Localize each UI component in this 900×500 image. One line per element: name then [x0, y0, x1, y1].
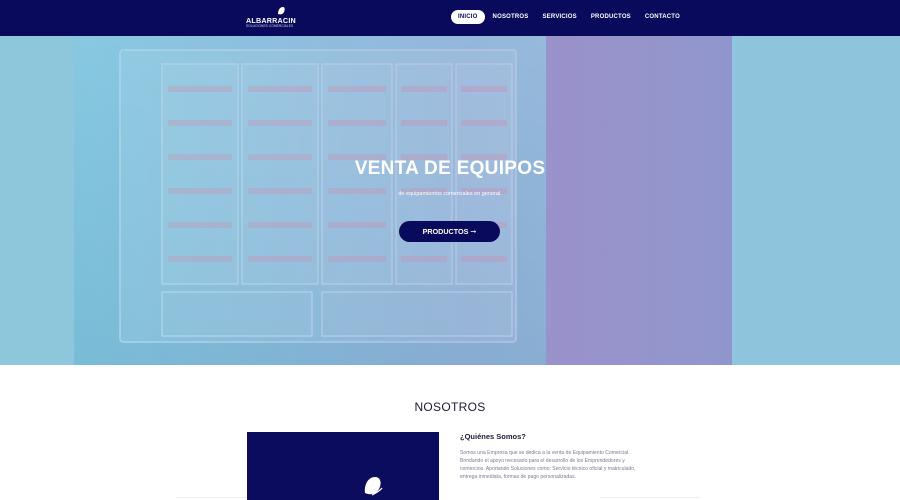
divider — [600, 497, 700, 498]
top-navbar: ALBARRACIN SOLUCIONES COMERCIALES INICIO… — [0, 0, 900, 36]
main-nav: INICIO NOSOTROS SERVICIOS PRODUCTOS CONT… — [451, 9, 680, 25]
hero-side-panel — [732, 36, 900, 365]
about-paragraph: Somos una Empresa que se dedica a la ven… — [460, 450, 636, 480]
hero-banner: VENTA DE EQUIPOS de equipamientos comerc… — [0, 36, 900, 365]
brand-tagline: SOLUCIONES COMERCIALES — [246, 24, 294, 28]
nav-item-productos[interactable]: PRODUCTOS — [591, 10, 631, 24]
logo-icon — [364, 477, 383, 496]
about-heading: ¿Quiénes Somos? — [460, 432, 526, 441]
logo-icon — [278, 7, 285, 15]
section-title-nosotros: NOSOTROS — [414, 400, 486, 414]
hero-subtitle: de equipamientos comerciales en general. — [398, 191, 502, 197]
products-button[interactable]: PRODUCTOS ➞ — [399, 221, 500, 242]
brand-logo[interactable]: ALBARRACIN SOLUCIONES COMERCIALES — [246, 6, 296, 28]
nav-item-servicios[interactable]: SERVICIOS — [542, 10, 576, 24]
nav-item-contacto[interactable]: CONTACTO — [645, 10, 680, 24]
hero-title: VENTA DE EQUIPOS — [354, 158, 546, 179]
nav-item-inicio[interactable]: INICIO — [451, 10, 485, 24]
hero-overlay — [74, 36, 732, 365]
about-image — [247, 432, 439, 500]
nav-item-nosotros[interactable]: NOSOTROS — [493, 10, 529, 24]
divider — [176, 497, 246, 498]
